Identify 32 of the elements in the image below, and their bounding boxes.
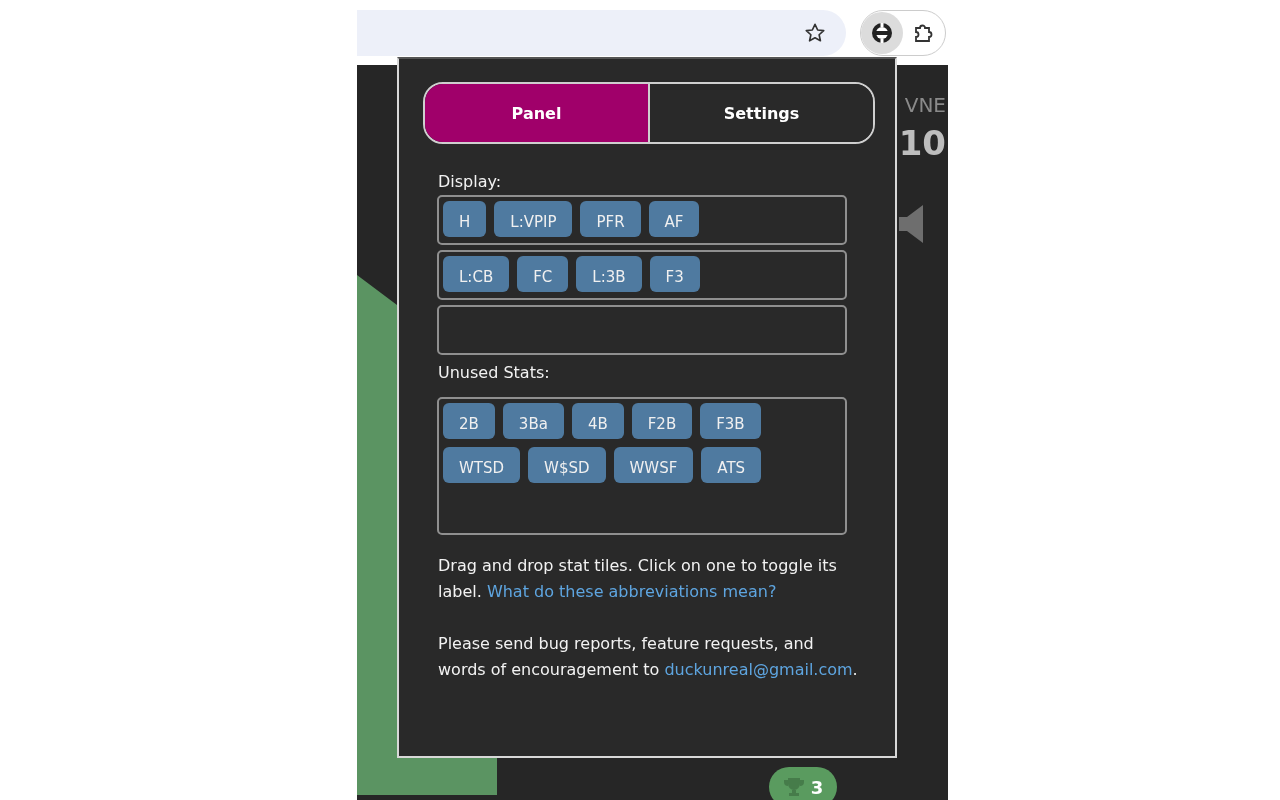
email-link[interactable]: duckunreal@gmail.com: [664, 660, 853, 679]
chip-icon[interactable]: [861, 11, 903, 54]
contact-text: Please send bug reports, feature requests, and words of encouragement to duckunreal@gmail.com.: [438, 633, 858, 681]
stat-tile[interactable]: H: [443, 201, 487, 237]
stat-tile[interactable]: AF: [648, 201, 700, 237]
help-text: Drag and drop stat tiles. Click on one to toggle its label. What do these abbreviations mean?: [438, 555, 838, 603]
stat-tile[interactable]: W$SD: [528, 447, 606, 483]
stat-tile[interactable]: L:VPIP: [494, 201, 573, 237]
section-label: Unused Stats:: [438, 363, 551, 382]
speaker-icon: [899, 205, 923, 243]
stat-tile[interactable]: PFR: [580, 201, 641, 237]
stat-tile[interactable]: F3B: [700, 403, 761, 439]
badge-count: 3: [810, 776, 824, 798]
column-header: VNE: [904, 93, 946, 117]
stat-tile[interactable]: 3Ba: [502, 403, 564, 439]
stat-tile[interactable]: L:3B: [576, 256, 642, 292]
tab[interactable]: Panel: [425, 84, 648, 142]
stack-amount: 10: [898, 123, 946, 163]
stat-tile[interactable]: F2B: [631, 403, 693, 439]
abbreviations-link[interactable]: What do these abbreviations mean?: [486, 582, 777, 601]
stat-tile[interactable]: L:CB: [443, 256, 510, 292]
stat-tile[interactable]: WWSF: [613, 447, 694, 483]
stat-tile[interactable]: 4B: [571, 403, 624, 439]
stat-tile[interactable]: F3: [649, 256, 700, 292]
stat-tile[interactable]: FC: [517, 256, 569, 292]
tab[interactable]: Settings: [648, 84, 873, 142]
star-icon[interactable]: [804, 21, 826, 44]
trophy-icon: [782, 777, 805, 797]
stat-tile[interactable]: WTSD: [443, 447, 521, 483]
stat-tile[interactable]: ATS: [701, 447, 762, 483]
stat-tile[interactable]: 2B: [443, 403, 495, 439]
section-label: Display:: [438, 172, 503, 191]
